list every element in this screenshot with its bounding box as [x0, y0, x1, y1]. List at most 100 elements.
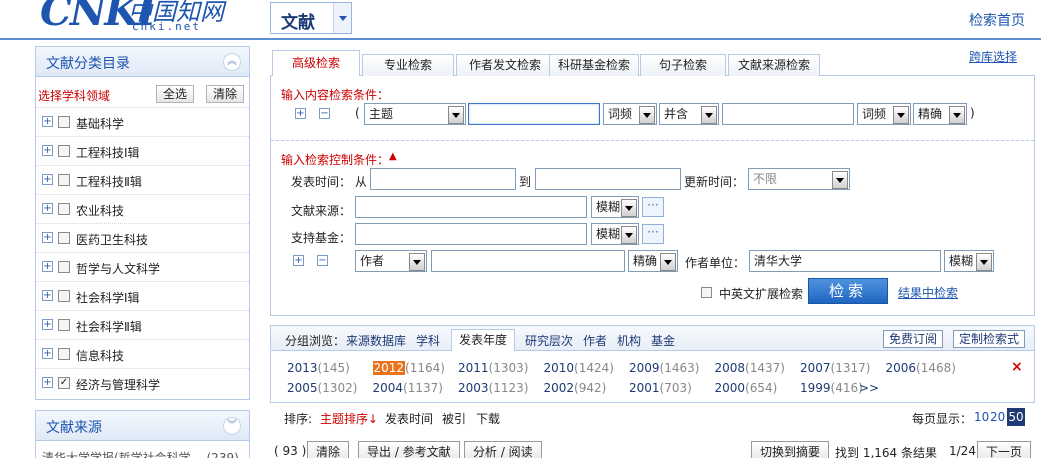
author-input[interactable]: [431, 250, 625, 272]
more-years-link[interactable]: >>: [859, 381, 879, 395]
category-item[interactable]: + 哲学与人文科学: [36, 252, 249, 281]
year-facet-item[interactable]: 2006(1468): [886, 361, 956, 375]
year-facet-item[interactable]: 2002(942): [544, 381, 607, 395]
author-unit-input[interactable]: 清华大学: [749, 250, 941, 272]
source-input[interactable]: [355, 196, 587, 218]
group-pub-year[interactable]: 发表年度: [451, 329, 516, 351]
logic-select[interactable]: 并含: [659, 103, 719, 125]
category-checkbox[interactable]: [58, 145, 70, 157]
keyword-input-2[interactable]: [722, 103, 854, 125]
tab-0[interactable]: 高级检索: [272, 50, 360, 77]
year-facet-item[interactable]: 2008(1437): [715, 361, 785, 375]
year-facet-item[interactable]: 2013(145): [287, 361, 350, 375]
year-facet-item[interactable]: 2003(1123): [458, 381, 528, 395]
group-subject[interactable]: 学科: [416, 332, 440, 349]
search-home-link[interactable]: 检索首页: [969, 10, 1025, 30]
year-facet-item[interactable]: 2004(1137): [373, 381, 443, 395]
category-checkbox[interactable]: [58, 203, 70, 215]
group-institution[interactable]: 机构: [617, 332, 641, 349]
tab-5[interactable]: 文献来源检索: [728, 54, 820, 76]
category-item[interactable]: + 医药卫生科技: [36, 223, 249, 252]
collapse-icon[interactable]: ︽: [223, 53, 241, 71]
year-facet-item[interactable]: 2005(1302): [287, 381, 357, 395]
expand-plus-icon[interactable]: +: [42, 203, 53, 214]
frequency-select-1[interactable]: 词频: [603, 103, 657, 125]
remove-author-row-icon[interactable]: −: [317, 255, 328, 266]
fund-picker-icon[interactable]: ···: [642, 224, 664, 244]
next-page-button[interactable]: 下一页: [977, 441, 1032, 458]
expand-plus-icon[interactable]: +: [42, 261, 53, 272]
expand-icon[interactable]: ︾: [223, 417, 241, 435]
expand-plus-icon[interactable]: +: [42, 377, 53, 388]
year-facet-item[interactable]: 2011(1303): [458, 361, 528, 375]
analyze-button[interactable]: 分析 / 阅读: [464, 441, 542, 458]
search-button[interactable]: 检索: [808, 278, 888, 304]
fund-match-select[interactable]: 模糊: [591, 223, 639, 245]
remove-row-icon[interactable]: −: [319, 108, 330, 119]
source-item[interactable]: 清华大学学报(哲学社会科学… (239): [42, 449, 239, 458]
source-match-select[interactable]: 模糊: [591, 196, 639, 218]
sort-by-cited[interactable]: 被引: [442, 410, 466, 427]
clear-selected-button[interactable]: 清除: [307, 441, 350, 458]
year-facet-item[interactable]: 2010(1424): [544, 361, 614, 375]
group-fund[interactable]: 基金: [651, 332, 675, 349]
year-facet-item[interactable]: 2012(1164): [372, 361, 445, 375]
fund-input[interactable]: [355, 223, 587, 245]
category-item[interactable]: + 社会科学Ⅰ辑: [36, 281, 249, 310]
category-item[interactable]: + 农业科技: [36, 194, 249, 223]
category-checkbox[interactable]: [58, 232, 70, 244]
tab-2[interactable]: 作者发文检索: [456, 54, 554, 76]
select-all-button[interactable]: 全选: [156, 85, 195, 103]
sort-by-download[interactable]: 下载: [476, 410, 500, 427]
switch-to-abstract-button[interactable]: 切换到摘要: [751, 441, 830, 458]
database-selector[interactable]: 文献: [270, 2, 352, 34]
category-checkbox[interactable]: [58, 348, 70, 360]
export-button[interactable]: 导出 / 参考文献: [358, 441, 460, 458]
per-page-50[interactable]: 50: [1007, 408, 1025, 426]
per-page-20[interactable]: 20: [990, 410, 1005, 424]
frequency-select-2[interactable]: 词频: [857, 103, 911, 125]
expand-plus-icon[interactable]: +: [42, 348, 53, 359]
year-facet-item[interactable]: 2001(703): [629, 381, 692, 395]
extended-search-checkbox[interactable]: [701, 287, 712, 298]
tab-3[interactable]: 科研基金检索: [549, 54, 639, 76]
group-research-level[interactable]: 研究层次: [525, 332, 573, 349]
category-item[interactable]: + 工程科技Ⅰ辑: [36, 136, 249, 165]
tab-1[interactable]: 专业检索: [362, 54, 454, 76]
add-row-icon[interactable]: +: [295, 108, 306, 119]
category-checkbox[interactable]: ✓: [58, 377, 70, 389]
category-item[interactable]: + 信息科技: [36, 339, 249, 368]
per-page-10[interactable]: 10: [974, 410, 989, 424]
year-facet-item[interactable]: 2009(1463): [629, 361, 699, 375]
category-checkbox[interactable]: [58, 290, 70, 302]
category-checkbox[interactable]: [58, 174, 70, 186]
add-author-row-icon[interactable]: +: [293, 255, 304, 266]
keyword-input-1[interactable]: [468, 103, 600, 125]
expand-plus-icon[interactable]: +: [42, 319, 53, 330]
source-picker-icon[interactable]: ···: [642, 197, 664, 217]
sort-by-pub-time[interactable]: 发表时间: [385, 410, 433, 427]
search-field-select[interactable]: 主题: [364, 103, 466, 125]
category-item[interactable]: + 工程科技Ⅱ辑: [36, 165, 249, 194]
group-source-db[interactable]: 来源数据库: [346, 332, 406, 349]
year-facet-item[interactable]: 2000(654): [715, 381, 778, 395]
category-item[interactable]: + ✓ 经济与管理科学: [36, 368, 249, 397]
chevron-down-icon[interactable]: [333, 3, 351, 33]
close-icon[interactable]: ×: [1011, 359, 1023, 375]
category-item[interactable]: + 基础科学: [36, 107, 249, 136]
free-subscribe-button[interactable]: 免费订阅: [883, 330, 944, 348]
match-select[interactable]: 精确: [913, 103, 967, 125]
pub-time-to-input[interactable]: [535, 168, 681, 190]
category-item[interactable]: + 社会科学Ⅱ辑: [36, 310, 249, 339]
author-unit-match-select[interactable]: 模糊: [944, 250, 994, 272]
year-facet-item[interactable]: 2007(1317): [800, 361, 870, 375]
collapse-up-icon[interactable]: ▲: [389, 151, 397, 162]
category-checkbox[interactable]: [58, 116, 70, 128]
expand-plus-icon[interactable]: +: [42, 116, 53, 127]
expand-plus-icon[interactable]: +: [42, 145, 53, 156]
update-time-select[interactable]: 不限: [748, 168, 850, 190]
category-checkbox[interactable]: [58, 261, 70, 273]
expand-plus-icon[interactable]: +: [42, 174, 53, 185]
pub-time-from-input[interactable]: [370, 168, 516, 190]
sort-by-topic[interactable]: 主题排序↓: [320, 410, 378, 427]
